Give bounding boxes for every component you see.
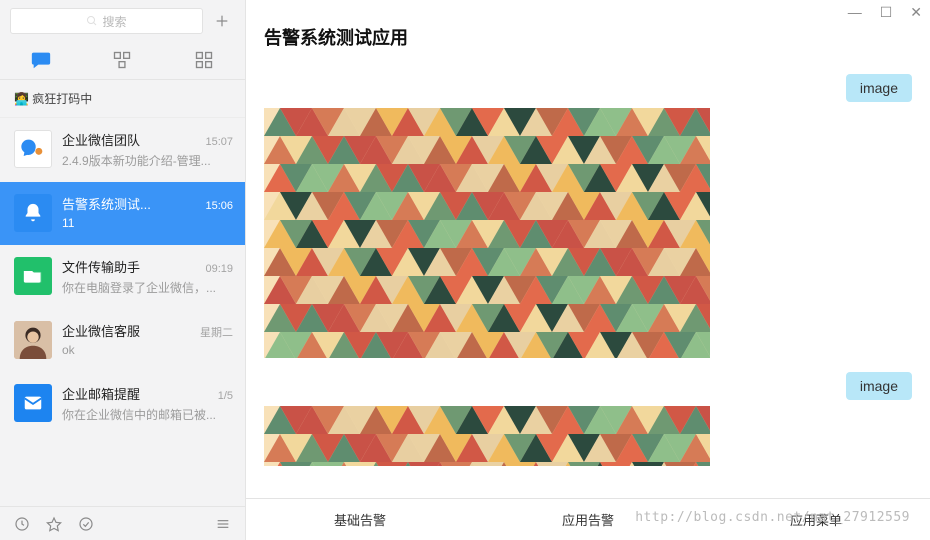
chat-preview: 11 xyxy=(62,216,222,230)
chat-time: 15:07 xyxy=(205,136,233,148)
chat-title: 企业微信团队 xyxy=(62,130,140,149)
search-placeholder: 搜索 xyxy=(102,13,126,30)
decorative-image[interactable] xyxy=(264,108,710,358)
check-circle-icon[interactable] xyxy=(78,516,94,532)
bottom-tab-app-alert[interactable]: 应用告警 xyxy=(474,499,702,540)
user-status[interactable]: 👩‍💻 疯狂打码中 xyxy=(0,80,245,118)
search-icon xyxy=(86,15,98,27)
footer-left-icons xyxy=(14,516,94,532)
chat-time: 09:19 xyxy=(205,263,233,275)
avatar xyxy=(14,130,52,168)
message-row: image xyxy=(264,74,912,102)
chat-icon xyxy=(30,49,52,71)
search-input[interactable]: 搜索 xyxy=(10,8,203,34)
chat-preview: ok xyxy=(62,343,222,357)
sidebar: 搜索 👩‍💻 疯狂打码中 企业微信团队 15:07 2.4.9版本新功能介绍-管理.… xyxy=(0,0,246,540)
chat-preview: 2.4.9版本新功能介绍-管理... xyxy=(62,152,222,169)
chat-item[interactable]: 企业邮箱提醒 1/5 你在企业微信中的邮箱已被... xyxy=(0,372,245,436)
main-panel: — ☐ ✕ 告警系统测试应用 image image 基础告警 应用告警 应用菜… xyxy=(246,0,930,540)
message-row: image xyxy=(264,372,912,400)
chat-item[interactable]: 告警系统测试... 15:06 11 xyxy=(0,182,245,245)
chat-time: 星期二 xyxy=(200,324,233,340)
image-bubble[interactable]: image xyxy=(846,74,912,102)
chat-title: 企业微信客服 xyxy=(62,321,140,340)
tab-chat[interactable] xyxy=(21,49,61,71)
avatar xyxy=(14,194,52,232)
status-text: 疯狂打码中 xyxy=(32,92,92,106)
page-title: 告警系统测试应用 xyxy=(246,0,930,60)
plus-icon xyxy=(214,13,230,29)
menu-icon[interactable] xyxy=(215,516,231,532)
chat-item[interactable]: 文件传输助手 09:19 你在电脑登录了企业微信，... xyxy=(0,245,245,309)
chat-preview: 你在企业微信中的邮箱已被... xyxy=(62,406,222,423)
chat-time: 1/5 xyxy=(218,390,233,402)
chat-preview: 你在电脑登录了企业微信，... xyxy=(62,279,222,296)
status-emoji: 👩‍💻 xyxy=(14,92,29,106)
clock-icon[interactable] xyxy=(14,516,30,532)
chat-meta: 告警系统测试... 15:06 11 xyxy=(62,194,233,230)
chat-title: 文件传输助手 xyxy=(62,257,140,276)
conversation-body: image image xyxy=(246,60,930,498)
chat-meta: 文件传输助手 09:19 你在电脑登录了企业微信，... xyxy=(62,257,233,296)
app-root: 搜索 👩‍💻 疯狂打码中 企业微信团队 15:07 2.4.9版本新功能介绍-管理.… xyxy=(0,0,930,540)
avatar xyxy=(14,257,52,295)
window-minimize-button[interactable]: — xyxy=(848,4,862,21)
add-button[interactable] xyxy=(209,8,235,34)
chat-time: 15:06 xyxy=(205,200,233,212)
image-bubble[interactable]: image xyxy=(846,372,912,400)
chat-title: 告警系统测试... xyxy=(62,194,151,213)
avatar xyxy=(14,384,52,422)
bottom-tab-basic-alert[interactable]: 基础告警 xyxy=(246,499,474,540)
chat-meta: 企业邮箱提醒 1/5 你在企业微信中的邮箱已被... xyxy=(62,384,233,423)
bottom-tabs: 基础告警 应用告警 应用菜单 xyxy=(246,498,930,540)
window-maximize-button[interactable]: ☐ xyxy=(880,4,893,21)
chat-item[interactable]: 企业微信团队 15:07 2.4.9版本新功能介绍-管理... xyxy=(0,118,245,182)
bottom-tab-app-menu[interactable]: 应用菜单 xyxy=(702,499,930,540)
sidebar-footer xyxy=(0,506,245,540)
decorative-image[interactable] xyxy=(264,406,710,466)
search-row: 搜索 xyxy=(0,0,245,40)
star-icon[interactable] xyxy=(46,516,62,532)
chat-item[interactable]: 企业微信客服 星期二 ok xyxy=(0,309,245,372)
contacts-icon xyxy=(112,50,132,70)
window-controls: — ☐ ✕ xyxy=(848,4,922,21)
avatar xyxy=(14,321,52,359)
chat-meta: 企业微信客服 星期二 ok xyxy=(62,321,233,357)
nav-tabs xyxy=(0,40,245,80)
tab-contacts[interactable] xyxy=(102,50,142,70)
chat-meta: 企业微信团队 15:07 2.4.9版本新功能介绍-管理... xyxy=(62,130,233,169)
chat-title: 企业邮箱提醒 xyxy=(62,384,140,403)
chat-list: 企业微信团队 15:07 2.4.9版本新功能介绍-管理... 告警系统测试... 15… xyxy=(0,118,245,506)
window-close-button[interactable]: ✕ xyxy=(910,4,922,21)
apps-icon xyxy=(194,50,214,70)
tab-apps[interactable] xyxy=(184,50,224,70)
